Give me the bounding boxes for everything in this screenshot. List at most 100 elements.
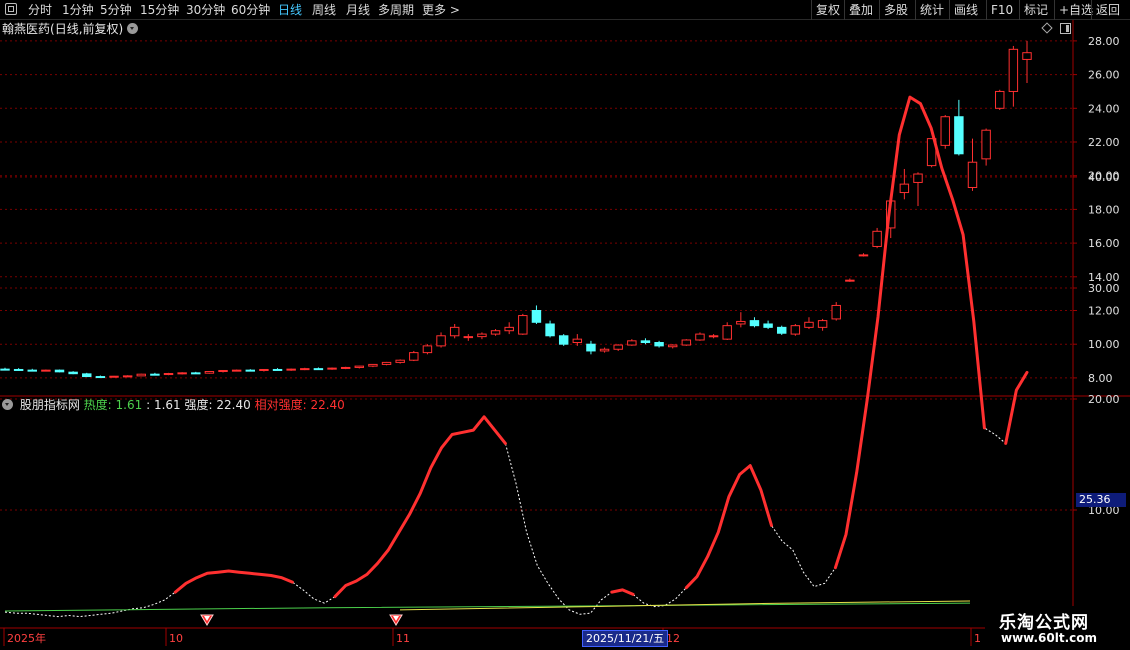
candle-body-up [327,367,337,370]
toolbar-action[interactable]: 统计 [920,2,944,18]
candle-body-down [954,116,964,155]
candle-body-up [504,326,514,332]
candle-body-up [722,325,732,340]
indicator-panel-header: 股朋指标网 热度: 1.61 : 1.61 强度: 22.40 相对强度: 22… [2,397,345,413]
candle-body-up [858,254,869,257]
candle-body-down [313,368,324,371]
chevron-down-icon[interactable] [2,399,13,410]
heat-label: 热度: [83,398,112,412]
candle-body-up [817,320,828,328]
candle-body-up [436,335,446,347]
candle-body-up [831,304,841,320]
panel-toggle-icon[interactable] [1060,23,1071,34]
candle-body-up [490,330,501,335]
candle-body-up [340,366,351,369]
strength-line-strong [833,95,986,570]
candle-body-up [422,345,433,354]
candle-body-up [41,369,51,372]
candle-body-up [136,373,146,377]
toolbar-action[interactable]: 标记 [1024,2,1048,18]
toolbar-separator [1054,0,1055,20]
toolbar-item[interactable]: 周线 [312,2,336,18]
toolbar-item[interactable]: 月线 [346,2,370,18]
price-tick-label: 24.00 [1088,102,1120,115]
heat-line [4,602,971,612]
heat-colon-value: : 1.61 [146,398,181,412]
candle-body-up [231,369,242,372]
candle-body-up [572,338,583,344]
toolbar-separator [949,0,950,20]
toolbar-item[interactable]: 分时 [28,2,52,18]
strength-line-strong [1004,370,1029,445]
candle-body-up [259,368,269,371]
chart-canvas[interactable]: 28.0026.0024.0022.0020.0018.0016.0014.00… [0,0,1130,650]
window-menu-icon[interactable] [5,3,17,15]
price-tick-label: 10.00 [1088,338,1120,351]
candle-body-down [68,371,78,375]
candle-body-up [354,365,365,368]
toolbar-action[interactable]: +自选 [1059,2,1093,18]
candle-body-up [1008,48,1019,92]
candle-body-up [872,230,882,247]
candle-body-up [1022,52,1032,60]
brand-title: 乐淘公式网 [999,613,1089,633]
brand-watermark: 乐淘公式网 www.60lt.com [985,606,1130,650]
candle-body-up [122,375,133,378]
toolbar-item[interactable]: 1分钟 [62,2,94,18]
candle-body-up [109,375,119,378]
candle-body-up [518,315,528,335]
toolbar-item[interactable]: 15分钟 [140,2,179,18]
candle-body-up [613,344,623,350]
candle-body-down [82,373,92,378]
toolbar-item[interactable]: 多周期 [378,2,414,18]
date-tick-label: 10 [169,632,183,645]
candle-body-up [899,183,910,194]
indicator-tick-label: 30.00 [1088,282,1120,295]
candle-body-up [449,326,460,337]
date-tick-label: 2025年 [7,631,46,645]
candle-body-up [804,321,814,328]
candle-body-down [54,369,65,373]
date-tick-label: 1 [974,632,981,645]
candle-body-down [776,326,787,334]
candle-body-up [981,129,991,160]
toolbar-item[interactable]: 60分钟 [231,2,270,18]
toolbar-item[interactable]: 30分钟 [186,2,225,18]
toolbar-action[interactable]: 返回 [1096,2,1120,18]
chevron-down-icon[interactable] [127,23,139,34]
candle-body-down [763,323,773,328]
toolbar-action[interactable]: 叠加 [849,2,873,18]
price-tick-label: 22.00 [1088,136,1120,149]
indicator-last-value: 25.36 [1076,493,1126,507]
toolbar-item[interactable]: 5分钟 [100,2,132,18]
candle-body-up [695,333,705,341]
candle-body-down [654,342,664,347]
strength-line-strong [333,415,507,599]
price-tick-label: 28.00 [1088,35,1120,48]
candle-body-up [845,279,855,282]
strength-line-strong [610,588,635,596]
toolbar-action[interactable]: F10 [991,2,1013,18]
candle-body-up [463,336,474,339]
candle-body-up [599,348,610,352]
toolbar-separator [986,0,987,20]
candle-body-down [13,368,24,371]
indicator-tick-label: 20.00 [1088,393,1120,406]
candle-body-down [558,335,569,345]
candle-body-down [27,369,37,372]
heat-value: 1.61 [115,398,143,412]
toolbar-item[interactable]: 更多 > [422,2,460,18]
toolbar-action[interactable]: 画线 [954,2,978,18]
candle-body-up [913,173,923,183]
toolbar-action[interactable]: 多股 [884,2,908,18]
strength-line-strong [173,569,294,594]
candle-body-up [667,344,678,348]
toolbar-item[interactable]: 日线 [278,2,302,18]
toolbar-separator [879,0,880,20]
toolbar-action[interactable]: 复权 [816,2,840,18]
period-toolbar: 分时 1分钟 5分钟 15分钟 30分钟 60分钟 日线 周线 月线 多周期 更多 > 复权 叠加 多股统… [0,0,1130,20]
indicator-name: 股朋指标网 [19,398,80,412]
date-tick-label: 11 [396,632,410,645]
candle-body-up [708,335,719,338]
indicator-tick-label: 40.00 [1088,171,1120,184]
